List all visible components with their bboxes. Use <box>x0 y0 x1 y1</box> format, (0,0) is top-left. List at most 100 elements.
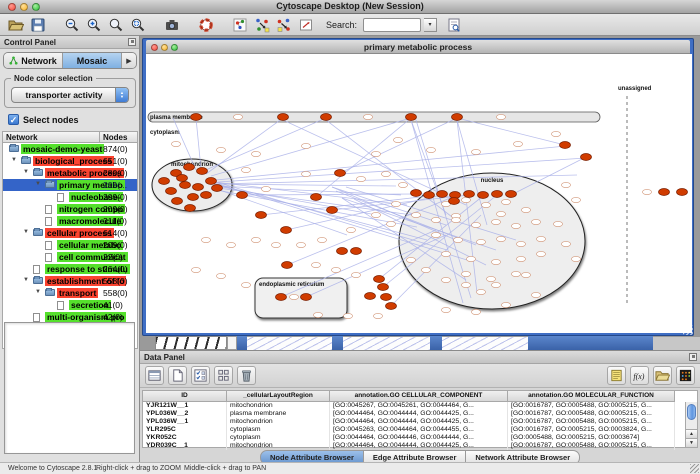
table-row[interactable]: YJR121W__1mitochondrion[GO:0045267, GO:0… <box>143 402 697 410</box>
search-input[interactable] <box>363 18 421 32</box>
layout-force-button[interactable] <box>274 15 293 34</box>
expander-icon[interactable]: ▼ <box>35 289 41 295</box>
data-panel-title: Data Panel <box>144 353 185 362</box>
tree-row[interactable]: ▼establishment of lo558(0) <box>3 275 137 287</box>
network-graph[interactable]: plasma membranecytoplasmmitochondrionnuc… <box>146 54 692 333</box>
background-window-frame[interactable] <box>430 336 442 350</box>
scroll-up-button[interactable]: ▲ <box>686 429 697 438</box>
tree-row[interactable]: macromolecule311(0) <box>3 215 137 227</box>
scroll-down-button[interactable]: ▼ <box>686 438 697 447</box>
tree-row[interactable]: nitrogen compo209(0) <box>3 203 137 215</box>
table-cell: mitochondrion <box>227 442 330 450</box>
tab-scroll-right-button[interactable]: ▶ <box>122 53 136 68</box>
tree-column-nodes[interactable]: Nodes <box>100 131 138 143</box>
app-titlebar: Cytoscape Desktop (New Session) <box>0 0 700 14</box>
table-column-header[interactable]: _cellularLayoutRegion <box>227 391 330 402</box>
file-icon <box>33 265 40 274</box>
network-window-titlebar[interactable]: primary metabolic process <box>146 40 690 54</box>
notepad-button[interactable] <box>607 366 626 385</box>
save-button[interactable] <box>28 15 47 34</box>
zoom-out-button[interactable] <box>62 15 81 34</box>
background-window-edge[interactable] <box>227 336 237 350</box>
table-column-header[interactable]: ID <box>143 391 227 402</box>
zoom-in-button[interactable] <box>84 15 103 34</box>
table-row[interactable]: YPL036W__2plasma membrane[GO:0044464, GO… <box>143 410 697 418</box>
layout-applet-icon <box>254 17 270 33</box>
table-row[interactable]: YDR039C__1mitochondrion[GO:0044464, GO:0… <box>143 442 697 450</box>
tab-mosaic[interactable]: Mosaic <box>63 53 122 68</box>
select-nodes-label: Select nodes <box>23 115 79 125</box>
tree-row-count: 209(... <box>103 180 127 190</box>
expander-icon[interactable]: ▼ <box>23 169 29 175</box>
table-cell: [GO:0044464, GO:0044444, GO:0044425, G..… <box>330 410 508 418</box>
open-icon <box>8 17 24 33</box>
tree-row[interactable]: ▼primary metabo209(... <box>3 179 137 191</box>
formula-builder-button[interactable]: f(x) <box>630 366 649 385</box>
tree-row[interactable]: ▼cellular process614(0) <box>3 227 137 239</box>
attribute-batch-button[interactable] <box>676 366 695 385</box>
attribute-select-button[interactable] <box>145 366 164 385</box>
background-window-network-1[interactable] <box>247 336 332 350</box>
background-window-network-3[interactable] <box>442 336 528 350</box>
table-cell: YDR039C__1 <box>143 442 227 450</box>
search-advanced-button[interactable] <box>444 15 463 34</box>
background-window-network-2[interactable] <box>343 336 430 350</box>
background-window-overview[interactable] <box>155 336 227 350</box>
tree-row[interactable]: mosaic-demo-yeast874(0) <box>3 143 137 155</box>
table-row[interactable]: YLR295Ccytoplasm[GO:0045263, GO:0044464,… <box>143 426 697 434</box>
vizmapper-button[interactable] <box>230 15 249 34</box>
network-canvas[interactable]: plasma membranecytoplasmmitochondrionnuc… <box>146 54 692 333</box>
node-color-dropdown[interactable]: transporter activity ▲▼ <box>11 87 129 103</box>
table-cell: [GO:0045267, GO:0045261, GO:0044464, G..… <box>330 402 508 410</box>
layout-applet-button[interactable] <box>252 15 271 34</box>
select-nodes-checkbox[interactable]: ✓ <box>8 114 19 125</box>
open-button[interactable] <box>6 15 25 34</box>
file-icon <box>45 217 52 226</box>
expander-icon[interactable]: ▼ <box>35 181 41 187</box>
tab-mosaic-label: Mosaic <box>77 56 108 66</box>
table-row[interactable]: YPL036W__1mitochondrion[GO:0044464, GO:0… <box>143 418 697 426</box>
search-dropdown-button[interactable]: ▾ <box>424 18 437 32</box>
table-cell: YKR052C <box>143 434 227 442</box>
background-window-frame[interactable] <box>237 336 247 350</box>
annotations-button[interactable] <box>296 15 315 34</box>
tree-row[interactable]: nucleobase-209(0) <box>3 191 137 203</box>
float-panel-icon[interactable] <box>128 38 136 46</box>
expander-icon[interactable]: ▼ <box>23 277 29 283</box>
tab-network[interactable]: Network <box>4 53 63 68</box>
tree-row[interactable]: ▼biological_process651(0) <box>3 155 137 167</box>
background-window-frame[interactable] <box>332 336 343 350</box>
attribute-new-button[interactable] <box>168 366 187 385</box>
cytoscape-app: Cytoscape Desktop (New Session) Search: … <box>0 0 700 474</box>
expander-icon[interactable]: ▼ <box>23 229 29 235</box>
tree-row[interactable]: secretion41(0) <box>3 299 137 311</box>
table-column-header[interactable]: annotation.GO MOLECULAR_FUNCTION <box>508 391 675 402</box>
table-scrollbar[interactable]: ▲ ▼ <box>685 402 697 447</box>
tree-row[interactable]: ▼metabolic process280(0) <box>3 167 137 179</box>
network-overview-panel[interactable] <box>4 322 135 454</box>
tree-row[interactable]: response to stimulu264(0) <box>3 263 137 275</box>
status-welcome: Welcome to Cytoscape 2.8.1 <box>8 465 97 472</box>
table-column-header[interactable]: annotation.GO CELLULAR_COMPONENT <box>330 391 508 402</box>
zoom-fit-button[interactable] <box>106 15 125 34</box>
snapshot-button[interactable] <box>162 15 181 34</box>
window-resize-grip[interactable] <box>683 325 693 335</box>
help-button[interactable] <box>196 15 215 34</box>
tree-row[interactable]: cell communicat22(0) <box>3 251 137 263</box>
attribute-delete-button[interactable] <box>237 366 256 385</box>
scrollbar-thumb[interactable] <box>687 404 696 420</box>
app-resize-grip[interactable] <box>690 464 699 473</box>
table-row[interactable]: YKR052Ccytoplasm[GO:0044464, GO:0044446,… <box>143 434 697 442</box>
background-window-frame[interactable] <box>528 336 653 350</box>
expander-icon[interactable]: ▼ <box>11 157 17 163</box>
import-attributes-button[interactable] <box>653 366 672 385</box>
tree-row[interactable]: ▼transport558(0) <box>3 287 137 299</box>
zoom-region-button[interactable] <box>128 15 147 34</box>
attribute-matrix-button[interactable] <box>191 366 210 385</box>
background-window-edge[interactable] <box>653 336 700 350</box>
tree-column-network[interactable]: Network <box>2 131 100 143</box>
float-panel-icon[interactable] <box>689 353 697 361</box>
tree-row[interactable]: cellular metabo209(0) <box>3 239 137 251</box>
save-icon <box>30 17 46 33</box>
attribute-grid-button[interactable] <box>214 366 233 385</box>
